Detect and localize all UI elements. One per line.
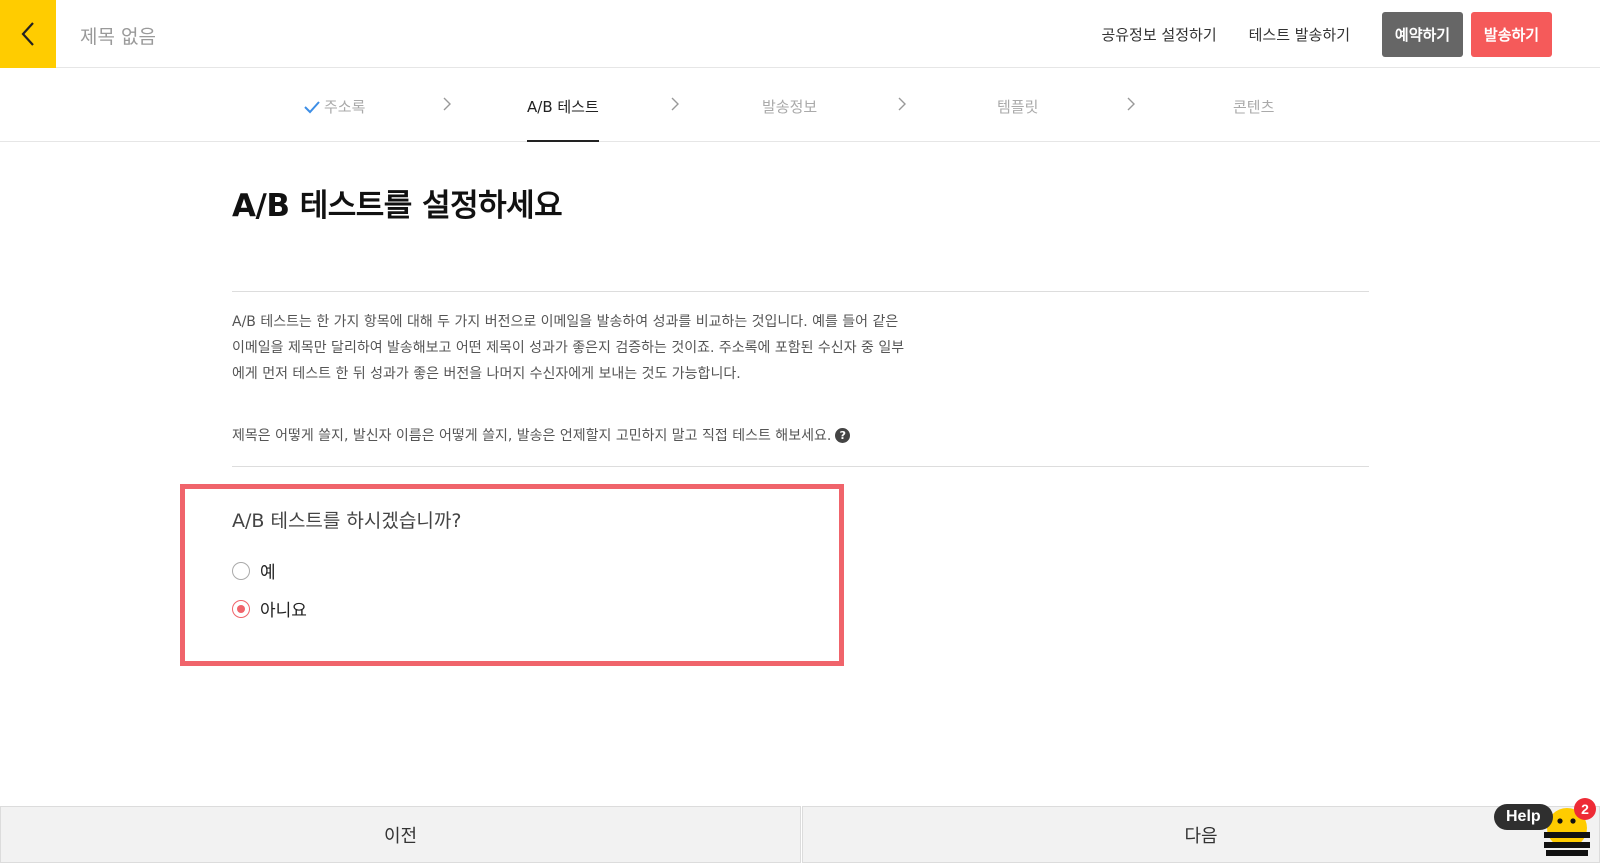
next-button[interactable]: 다음 [802, 806, 1600, 863]
top-actions: 공유정보 설정하기 테스트 발송하기 예약하기 발송하기 [1101, 11, 1552, 57]
help-widget[interactable]: Help 2 [1492, 798, 1596, 858]
tip-text: 제목은 어떻게 쓸지, 발신자 이름은 어떻게 쓸지, 발송은 언제할지 고민하… [232, 425, 851, 445]
radio-yes[interactable] [232, 561, 250, 580]
description-line: A/B 테스트는 한 가지 항목에 대해 두 가지 버전으로 이메일을 발송하여… [232, 314, 899, 330]
shared-info-button[interactable]: 공유정보 설정하기 [1101, 24, 1216, 45]
notification-badge: 2 [1574, 798, 1596, 820]
tip-label: 제목은 어떻게 쓸지, 발신자 이름은 어떻게 쓸지, 발송은 언제할지 고민하… [232, 428, 832, 444]
description-line: 이메일을 제목만 달리하여 발송해보고 어떤 제목이 성과가 좋은지 검증하는 … [232, 340, 905, 356]
description-line: 에게 먼저 테스트 한 뒤 성과가 좋은 버전을 나머지 수신자에게 보내는 것… [232, 366, 741, 382]
option-no[interactable]: 아니요 [232, 596, 307, 621]
option-no-label: 아니요 [260, 601, 307, 621]
description: A/B 테스트는 한 가지 항목에 대해 두 가지 버전으로 이메일을 발송하여… [232, 309, 972, 387]
step-navigation: 주소록 A/B 테스트 발송정보 템플릿 콘텐츠 [0, 69, 1600, 142]
help-button[interactable]: Help [1494, 804, 1553, 830]
chevron-right-icon [671, 97, 679, 111]
chevron-right-icon [1127, 97, 1135, 111]
document-title[interactable]: 제목 없음 [80, 22, 156, 49]
option-yes-label: 예 [260, 563, 276, 583]
step-label: 주소록 [324, 98, 366, 116]
back-button[interactable] [0, 0, 56, 68]
chevron-right-icon [443, 97, 451, 111]
radio-no[interactable] [232, 599, 250, 618]
ab-test-question: A/B 테스트를 하시겠습니까? [232, 510, 462, 532]
step-address-book[interactable]: 주소록 [304, 96, 365, 117]
chevron-right-icon [898, 97, 906, 111]
divider [232, 466, 1369, 467]
step-send-info[interactable]: 발송정보 [762, 96, 817, 117]
test-send-button[interactable]: 테스트 발송하기 [1249, 24, 1350, 45]
step-template[interactable]: 템플릿 [997, 96, 1038, 117]
check-icon [304, 101, 320, 114]
divider [232, 291, 1369, 292]
previous-button[interactable]: 이전 [0, 806, 801, 863]
step-ab-test[interactable]: A/B 테스트 [527, 96, 599, 142]
question-mark-icon[interactable]: ? [835, 428, 851, 443]
send-button[interactable]: 발송하기 [1471, 11, 1552, 57]
page-title: A/B 테스트를 설정하세요 [232, 188, 563, 224]
chevron-left-icon [21, 22, 34, 46]
top-bar: 제목 없음 공유정보 설정하기 테스트 발송하기 예약하기 발송하기 [0, 0, 1600, 68]
step-content[interactable]: 콘텐츠 [1233, 96, 1274, 117]
reserve-button[interactable]: 예약하기 [1382, 11, 1463, 57]
option-yes[interactable]: 예 [232, 558, 276, 583]
